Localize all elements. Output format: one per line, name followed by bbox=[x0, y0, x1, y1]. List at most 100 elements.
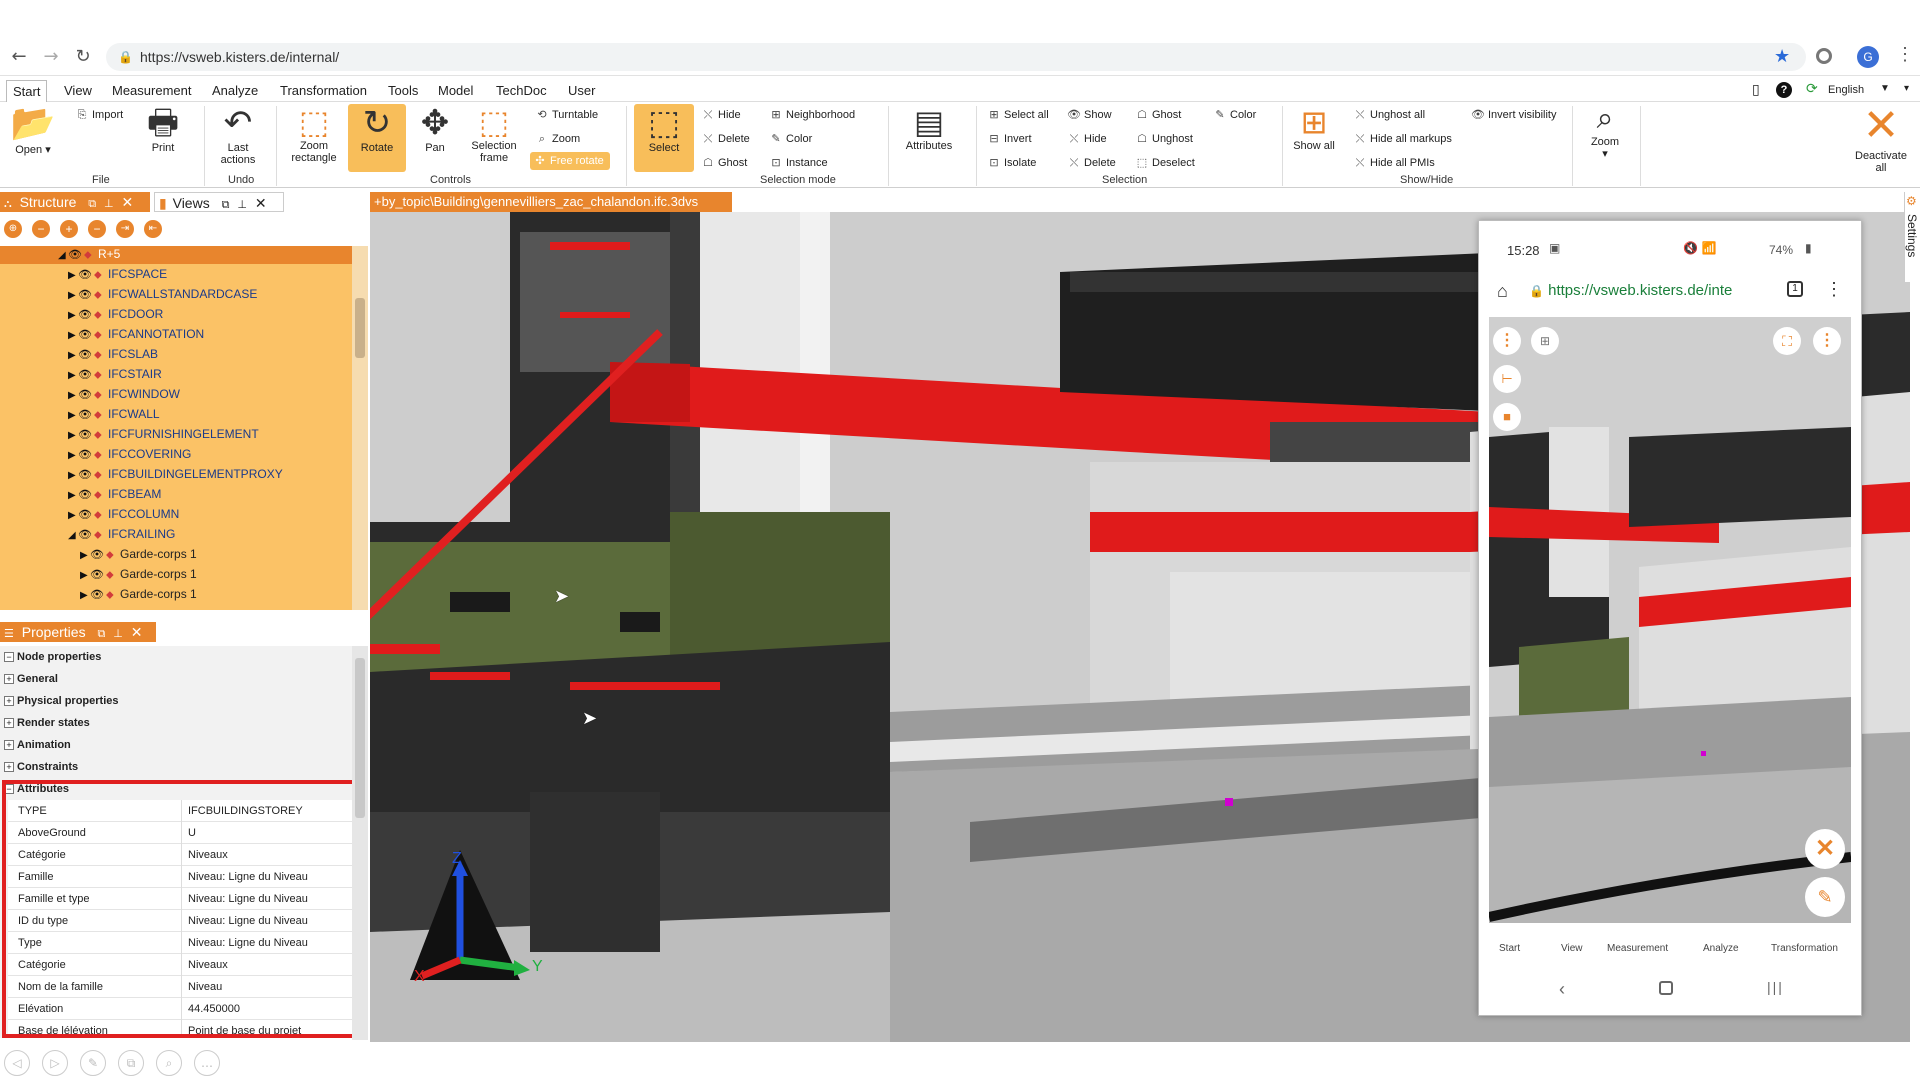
eye-icon[interactable]: 👁 bbox=[78, 505, 94, 525]
collapse-triangle-icon[interactable]: ◢ bbox=[58, 246, 68, 266]
selection-delete-button[interactable]: ⤬ Delete bbox=[1066, 154, 1116, 172]
eye-icon[interactable]: 👁 bbox=[78, 265, 94, 285]
tree-node[interactable]: ▶ 👁 ⬥ IFCCOVERING bbox=[68, 444, 191, 464]
snapshot-icon[interactable]: ⧉ bbox=[118, 1050, 144, 1076]
tree-child-node[interactable]: ▶ 👁 ⬥ Garde-corps 1 bbox=[80, 584, 197, 604]
selection-hide-button[interactable]: ⤬ Hide bbox=[1066, 130, 1107, 148]
tree-node[interactable]: ▶ 👁 ⬥ IFCSPACE bbox=[68, 264, 167, 284]
phone-tab-measurement[interactable]: Measurement bbox=[1607, 943, 1668, 954]
show-all-button[interactable]: ⊞ Show all bbox=[1288, 106, 1340, 152]
phone-home-icon[interactable] bbox=[1659, 981, 1673, 995]
zoom-mode-button[interactable]: ⌕ Zoom bbox=[534, 130, 580, 148]
eye-icon[interactable]: 👁 bbox=[78, 445, 94, 465]
tab-model[interactable]: Model bbox=[432, 80, 479, 102]
more-icon[interactable]: … bbox=[194, 1050, 220, 1076]
zoom-rectangle-button[interactable]: ⬚ Zoom rectangle bbox=[284, 106, 344, 164]
expand-triangle-icon[interactable]: ▶ bbox=[80, 586, 90, 606]
eye-icon[interactable]: 👁 bbox=[78, 385, 94, 405]
eye-icon[interactable]: 👁 bbox=[78, 485, 94, 505]
expand-icon[interactable]: + bbox=[4, 762, 14, 772]
eye-icon[interactable]: 👁 bbox=[78, 325, 94, 345]
hide-all-pmis-button[interactable]: ⤬ Hide all PMIs bbox=[1352, 154, 1435, 172]
selmode-hide-button[interactable]: ⤬ Hide bbox=[700, 106, 741, 124]
section-animation[interactable]: + Animation bbox=[4, 734, 71, 756]
language-select[interactable]: English bbox=[1828, 84, 1864, 96]
instance-button[interactable]: ⊡ Instance bbox=[768, 154, 827, 172]
expand-all-icon[interactable]: ⊕ bbox=[4, 220, 22, 238]
isolate-button[interactable]: ⊡ Isolate bbox=[986, 154, 1036, 172]
expand-triangle-icon[interactable]: ▶ bbox=[68, 486, 78, 506]
collapse-icon[interactable]: − bbox=[4, 652, 14, 662]
close-icon[interactable]: ✕ bbox=[255, 195, 267, 211]
forward-icon[interactable]: → bbox=[40, 46, 62, 68]
phone-menu-icon[interactable]: ⋮ bbox=[1825, 279, 1843, 300]
eye-icon[interactable]: 👁 bbox=[68, 246, 84, 265]
selection-ghost-button[interactable]: ☖ Ghost bbox=[1134, 106, 1181, 124]
phone-close-icon[interactable]: ✕ bbox=[1805, 829, 1845, 869]
search-icon[interactable]: ⌕ bbox=[156, 1050, 182, 1076]
tab-view[interactable]: View bbox=[58, 80, 98, 102]
expand-triangle-icon[interactable]: ▶ bbox=[68, 326, 78, 346]
tree-node[interactable]: ▶ 👁 ⬥ IFCANNOTATION bbox=[68, 324, 204, 344]
tree-node[interactable]: ▶ 👁 ⬥ IFCDOOR bbox=[68, 304, 163, 324]
close-icon[interactable]: ✕ bbox=[131, 624, 143, 640]
markup-icon[interactable]: ✎ bbox=[80, 1050, 106, 1076]
tree-node[interactable]: ◢ 👁 ⬥ IFCRAILING bbox=[68, 524, 175, 544]
document-tab[interactable]: +by_topic\Building\gennevilliers_zac_cha… bbox=[370, 192, 732, 212]
expand-triangle-icon[interactable]: ▶ bbox=[68, 446, 78, 466]
expand-icon[interactable]: + bbox=[4, 740, 14, 750]
tab-techdoc[interactable]: TechDoc bbox=[490, 80, 553, 102]
selection-frame-button[interactable]: ⬚ Selection frame bbox=[464, 106, 524, 164]
expand-icon[interactable]: + bbox=[4, 718, 14, 728]
window-icon[interactable]: ⧉ bbox=[88, 197, 96, 210]
section-physical-properties[interactable]: + Physical properties bbox=[4, 690, 119, 712]
phone-structure-icon[interactable]: ⊞ bbox=[1531, 327, 1559, 355]
expand-triangle-icon[interactable]: ▶ bbox=[68, 406, 78, 426]
collapse-ribbon-icon[interactable]: ▾ bbox=[1904, 83, 1909, 94]
phone-fullscreen-icon[interactable]: ⛶ bbox=[1773, 327, 1801, 355]
tab-transformation[interactable]: Transformation bbox=[274, 80, 373, 102]
section-general[interactable]: + General bbox=[4, 668, 58, 690]
eye-icon[interactable]: 👁 bbox=[90, 565, 106, 585]
play-icon[interactable]: ▷ bbox=[42, 1050, 68, 1076]
expand-triangle-icon[interactable]: ▶ bbox=[68, 306, 78, 326]
properties-tab[interactable]: ☰ Properties ⧉ ⊥ ✕ bbox=[0, 622, 156, 642]
deselect-button[interactable]: ⬚ Deselect bbox=[1134, 154, 1195, 172]
attributes-button[interactable]: ▤ Attributes bbox=[896, 106, 962, 152]
bookmark-star-icon[interactable]: ★ bbox=[1774, 46, 1790, 67]
neighborhood-button[interactable]: ⊞ Neighborhood bbox=[768, 106, 855, 124]
previous-icon[interactable]: ◁ bbox=[4, 1050, 30, 1076]
print-button[interactable]: 🖶 Print bbox=[138, 106, 188, 154]
phone-url-bar[interactable]: 🔒 https://vsweb.kisters.de/inte bbox=[1529, 279, 1789, 303]
phone-markup-icon[interactable]: ✎ bbox=[1805, 877, 1845, 917]
tree-node[interactable]: ▶ 👁 ⬥ IFCSLAB bbox=[68, 344, 158, 364]
phone-tab-transformation[interactable]: Transformation bbox=[1771, 943, 1838, 954]
next-icon[interactable]: ⇥ bbox=[116, 220, 134, 238]
phone-recents-icon[interactable]: ||| bbox=[1767, 979, 1784, 995]
eye-icon[interactable]: 👁 bbox=[78, 405, 94, 425]
expand-icon[interactable]: + bbox=[4, 696, 14, 706]
eye-icon[interactable]: 👁 bbox=[78, 305, 94, 325]
pan-button[interactable]: ✥ Pan bbox=[410, 106, 460, 154]
select-button[interactable]: ⬚ Select bbox=[634, 104, 694, 172]
phone-tab-analyze[interactable]: Analyze bbox=[1703, 943, 1739, 954]
tab-analyze[interactable]: Analyze bbox=[206, 80, 264, 102]
eye-icon[interactable]: 👁 bbox=[78, 465, 94, 485]
section-node-properties[interactable]: − Node properties bbox=[4, 646, 101, 668]
last-actions-button[interactable]: ↶ Last actions bbox=[212, 106, 264, 166]
phone-tab-start[interactable]: Start bbox=[1499, 943, 1520, 954]
import-button[interactable]: ⎘ Import bbox=[74, 106, 124, 124]
expand-triangle-icon[interactable]: ▶ bbox=[68, 346, 78, 366]
collapse-icon[interactable]: − bbox=[32, 220, 50, 238]
eye-icon[interactable]: 👁 bbox=[78, 345, 94, 365]
expand-triangle-icon[interactable]: ▶ bbox=[68, 466, 78, 486]
phone-viewport[interactable]: ⋮ ⊞ ⛶ ⋮ ⊢ ■ ✕ ✎ bbox=[1489, 317, 1851, 923]
section-constraints[interactable]: + Constraints bbox=[4, 756, 78, 778]
rotate-button[interactable]: ↻ Rotate bbox=[348, 104, 406, 172]
tree-node[interactable]: ▶ 👁 ⬥ IFCBUILDINGELEMENTPROXY bbox=[68, 464, 283, 484]
settings-side-tab[interactable]: ⚙ Settings bbox=[1904, 192, 1920, 282]
add-icon[interactable]: + bbox=[60, 220, 78, 238]
help-icon[interactable]: ? bbox=[1776, 82, 1792, 98]
eye-icon[interactable]: 👁 bbox=[90, 545, 106, 565]
window-icon[interactable]: ⧉ bbox=[222, 199, 230, 211]
